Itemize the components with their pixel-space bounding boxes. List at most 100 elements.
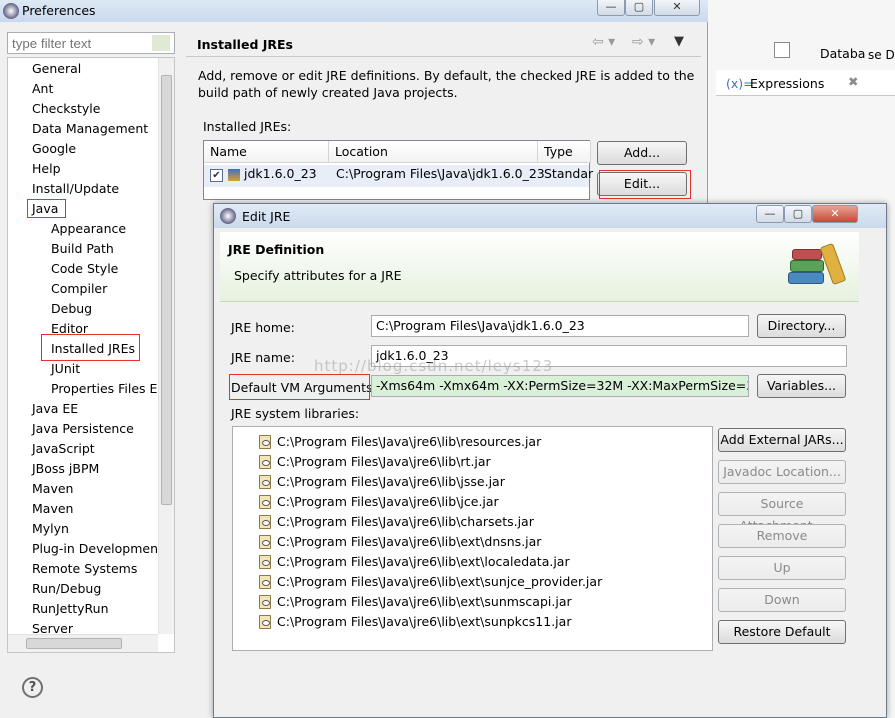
library-path: C:\Program Files\Java\jre6\lib\ext\sunpk… — [277, 614, 572, 629]
jar-icon — [259, 595, 271, 609]
close-button[interactable]: ✕ — [654, 0, 700, 16]
libraries-list: C:\Program Files\Java\jre6\lib\resources… — [232, 426, 713, 651]
tree-item[interactable]: Help — [32, 159, 61, 179]
tree-item[interactable]: Build Path — [51, 239, 114, 259]
tree-horizontal-scroll-thumb[interactable] — [26, 638, 122, 649]
jre-home-input[interactable]: C:\Program Files\Java\jdk1.6.0_23 — [371, 315, 749, 337]
library-item[interactable]: C:\Program Files\Java\jre6\lib\ext\sunjc… — [255, 572, 705, 592]
library-action-button[interactable]: Add External JARs... — [718, 428, 846, 452]
tree-item[interactable]: Google — [32, 139, 76, 159]
library-path: C:\Program Files\Java\jre6\lib\rt.jar — [277, 454, 491, 469]
dialog-titlebar: Edit JRE — ▢ ✕ — [214, 204, 886, 228]
back-arrow-icon[interactable]: ⇦ ▾ — [592, 34, 615, 50]
library-item[interactable]: C:\Program Files\Java\jre6\lib\ext\sunms… — [255, 592, 705, 612]
library-item[interactable]: C:\Program Files\Java\jre6\lib\jsse.jar — [255, 472, 705, 492]
libraries-label: JRE system libraries: — [231, 406, 360, 421]
tree-item[interactable]: Run/Debug — [32, 579, 101, 599]
library-item[interactable]: C:\Program Files\Java\jre6\lib\rt.jar — [255, 452, 705, 472]
tree-item[interactable]: Maven — [32, 479, 73, 499]
jre-row-name: jdk1.6.0_23 — [244, 166, 317, 181]
library-action-button[interactable]: Remove — [718, 524, 846, 548]
extra-tab-label[interactable]: se D — [868, 48, 895, 62]
tree-item[interactable]: JavaScript — [32, 439, 95, 459]
library-action-button[interactable]: Up — [718, 556, 846, 580]
dialog-title: Edit JRE — [242, 209, 291, 224]
tree-item[interactable]: Data Management — [32, 119, 148, 139]
tree-item[interactable]: Java EE — [32, 399, 78, 419]
tree-item[interactable]: General — [32, 59, 81, 79]
maximize-button[interactable]: ▢ — [625, 0, 653, 16]
header-separator — [186, 56, 701, 57]
library-path: C:\Program Files\Java\jre6\lib\jsse.jar — [277, 474, 505, 489]
tree-item[interactable]: Plug-in Development — [32, 539, 163, 559]
page-header: Installed JREs ⇦ ▾ ⇨ ▾ ▼ — [186, 30, 696, 58]
library-item[interactable]: C:\Program Files\Java\jre6\lib\ext\local… — [255, 552, 705, 572]
library-item[interactable]: C:\Program Files\Java\jre6\lib\ext\sunpk… — [255, 612, 705, 632]
library-path: C:\Program Files\Java\jre6\lib\ext\sunjc… — [277, 574, 603, 589]
edit-jre-dialog: Edit JRE — ▢ ✕ JRE Definition Specify at… — [213, 203, 887, 718]
page-title: Installed JREs — [197, 37, 294, 52]
tree-item[interactable]: JBoss jBPM — [32, 459, 99, 479]
directory-button[interactable]: Directory... — [757, 314, 846, 338]
library-path: C:\Program Files\Java\jre6\lib\charsets.… — [277, 514, 534, 529]
tree-item[interactable]: Mylyn — [32, 519, 69, 539]
tree-item[interactable]: Ant — [32, 79, 53, 99]
tree-item[interactable]: Appearance — [51, 219, 126, 239]
tree-item[interactable]: Install/Update — [32, 179, 119, 199]
tree-item[interactable]: JUnit — [51, 359, 80, 379]
library-path: C:\Program Files\Java\jre6\lib\jce.jar — [277, 494, 499, 509]
tree-item[interactable]: Code Style — [51, 259, 118, 279]
view-menu-icon[interactable]: ▼ — [674, 34, 684, 49]
jre-row-type: Standar — [544, 166, 594, 181]
clear-filter-icon[interactable] — [152, 35, 170, 51]
library-action-button[interactable]: Javadoc Location... — [718, 460, 846, 484]
dialog-maximize-button[interactable]: ▢ — [784, 205, 812, 223]
library-action-button[interactable]: Source Attachment... — [718, 492, 846, 533]
tree-item[interactable]: Compiler — [51, 279, 107, 299]
minimize-button[interactable]: — — [597, 0, 625, 16]
jre-home-label: JRE home: — [231, 320, 295, 335]
forward-arrow-icon[interactable]: ⇨ ▾ — [632, 34, 655, 50]
description-line-2: build path of newly created Java project… — [198, 85, 458, 100]
database-icon — [774, 42, 790, 58]
expressions-tab[interactable]: (x)= Expressions ✖ — [716, 70, 895, 96]
jre-row[interactable]: ✔ jdk1.6.0_23 C:\Program Files\Java\jdk1… — [204, 165, 593, 187]
tree-item[interactable]: Remote Systems — [32, 559, 137, 579]
installed-jres-table: Name Location Type ✔ jdk1.6.0_23 C:\Prog… — [203, 140, 593, 200]
library-action-button[interactable]: Down — [718, 588, 846, 612]
tree-item[interactable]: Maven — [32, 499, 73, 519]
library-action-button[interactable]: Restore Default — [718, 620, 846, 644]
banner-subtitle: Specify attributes for a JRE — [234, 268, 402, 283]
column-name[interactable]: Name — [204, 141, 329, 163]
tree-item[interactable]: Java Persistence — [32, 419, 134, 439]
library-item[interactable]: C:\Program Files\Java\jre6\lib\resources… — [255, 432, 705, 452]
library-item[interactable]: C:\Program Files\Java\jre6\lib\jce.jar — [255, 492, 705, 512]
jar-icon — [259, 575, 271, 589]
preferences-titlebar: Preferences — ▢ ✕ — [0, 0, 708, 22]
dialog-close-button[interactable]: ✕ — [812, 205, 858, 223]
watermark-text: http://blog.csdn.net/leys123 — [314, 357, 554, 375]
help-icon[interactable]: ? — [22, 677, 43, 698]
column-location[interactable]: Location — [329, 141, 538, 163]
filter-input[interactable] — [7, 32, 175, 54]
add-jre-button[interactable]: Add... — [597, 141, 687, 165]
dialog-minimize-button[interactable]: — — [756, 205, 784, 223]
library-item[interactable]: C:\Program Files\Java\jre6\lib\ext\dnsns… — [255, 532, 705, 552]
tree-item[interactable]: RunJettyRun — [32, 599, 109, 619]
description-line-1: Add, remove or edit JRE definitions. By … — [198, 68, 695, 83]
jre-name-label: JRE name: — [231, 350, 295, 365]
vm-args-input[interactable]: -Xms64m -Xmx64m -XX:PermSize=32M -XX:Max… — [371, 375, 749, 397]
tree-item[interactable]: Checkstyle — [32, 99, 100, 119]
column-type[interactable]: Type — [538, 141, 591, 163]
tree-item[interactable]: Properties Files Ed — [51, 379, 165, 399]
tree-item[interactable]: Debug — [51, 299, 92, 319]
database-tab-label[interactable]: Databa — [820, 46, 865, 61]
jar-icon — [259, 455, 271, 469]
tree-vertical-scroll-thumb[interactable] — [161, 75, 172, 505]
variables-button[interactable]: Variables... — [757, 374, 846, 398]
expressions-tab-label: Expressions — [750, 76, 825, 91]
jar-icon — [259, 535, 271, 549]
library-item[interactable]: C:\Program Files\Java\jre6\lib\charsets.… — [255, 512, 705, 532]
jre-checkbox[interactable]: ✔ — [210, 169, 223, 182]
close-tab-icon[interactable]: ✖ — [848, 74, 858, 89]
